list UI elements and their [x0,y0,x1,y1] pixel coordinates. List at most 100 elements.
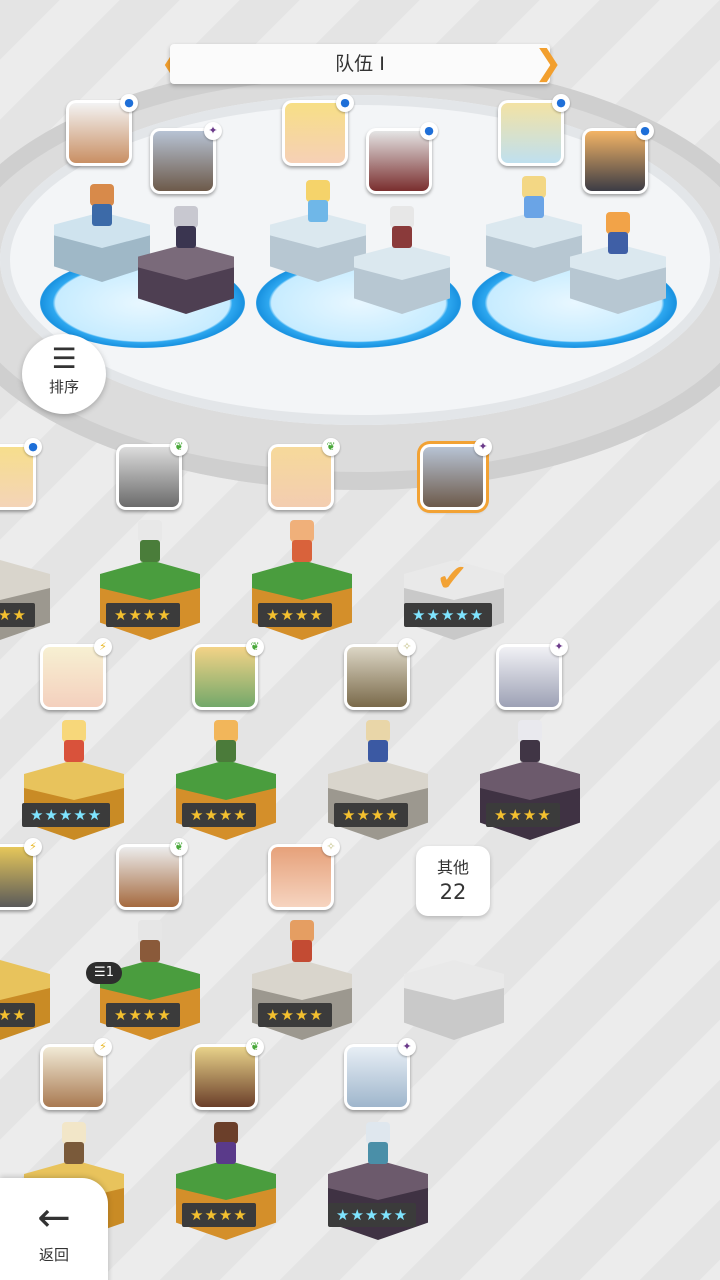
copy-count-badge: ☰1 [86,962,122,984]
hero-avatar[interactable]: ✦ [496,638,568,710]
team-pedestal-5 [486,212,582,282]
hero-star-rating: ★★★★ [106,1003,180,1027]
hero-star-rating: ★★★★★ [328,1203,417,1227]
hero-pedestal [480,760,580,840]
hero-star-rating: ★★★★★ [22,803,111,827]
team-sprite-2[interactable] [166,206,206,252]
sort-label: 排序 [48,378,79,396]
other-count-value: 22 [439,880,467,904]
team-avatar-4[interactable]: ● [366,122,438,194]
element-leaf-icon: ❦ [322,438,340,456]
hero-star-rating: ★★ [0,1003,35,1027]
hero-avatar[interactable]: ● [0,438,42,510]
hero-sprite[interactable] [358,720,398,766]
empty-hero-slot[interactable] [404,960,504,1040]
hero-star-rating: ★★★★ [258,603,332,627]
hero-pedestal [24,760,124,840]
hero-star-rating: ★★★★★ [404,603,493,627]
next-team-button[interactable]: ❯ [534,44,563,84]
hero-sprite[interactable] [282,520,322,566]
hero-avatar[interactable]: ✦ [344,1038,416,1110]
hero-star-rating: ★★★★ [182,1203,256,1227]
hero-sprite[interactable] [282,920,322,966]
element-circle-icon: ● [552,94,570,112]
hero-sprite[interactable] [54,720,94,766]
copy-count-value: 1 [105,965,114,980]
team-title: 队伍 I [170,44,550,84]
hero-avatar[interactable]: ❦ [268,438,340,510]
hero-avatar[interactable]: ⚡ [40,638,112,710]
hero-avatar[interactable]: ⚡ [0,838,42,910]
hero-sprite[interactable] [358,1122,398,1168]
team-sprite-6[interactable] [598,212,638,258]
team-pedestal-2 [138,244,234,314]
element-star-icon: ✦ [550,638,568,656]
hero-avatar[interactable]: ✧ [268,838,340,910]
element-circle-icon: ● [24,438,42,456]
element-leaf-icon: ❦ [170,838,188,856]
team-title-label: 队伍 I [335,53,385,75]
team-sprite-5[interactable] [514,176,554,222]
element-leaf-icon: ❦ [246,638,264,656]
element-circle-icon: ● [120,94,138,112]
sort-button[interactable]: ☰ 排序 [22,334,106,414]
hero-avatar[interactable]: ✧ [344,638,416,710]
hero-sprite[interactable] [54,1122,94,1168]
back-label: 返回 [38,1246,69,1264]
hero-sprite[interactable] [510,720,550,766]
hero-pedestal [328,760,428,840]
element-star-icon: ✦ [474,438,492,456]
element-circle-icon: ● [420,122,438,140]
hero-pedestal [0,960,50,1040]
hero-star-rating: ★★★★ [106,603,180,627]
element-bolt-icon: ⚡ [24,838,42,856]
hero-pedestal [0,560,50,640]
sort-icon: ☰ [51,342,77,375]
team-avatar-3[interactable]: ● [282,94,354,166]
hero-star-rating: ★★ [0,603,35,627]
hero-avatar-selected[interactable]: ✦ [420,438,492,510]
other-heroes-count[interactable]: 其他 22 [416,846,490,916]
hero-star-rating: ★★★★ [334,803,408,827]
hero-pedestal [176,1160,276,1240]
hero-sprite[interactable] [130,920,170,966]
hero-star-rating: ★★★★ [182,803,256,827]
hero-avatar[interactable]: ❦ [192,1038,264,1110]
selected-check-icon: ✔ [436,556,468,600]
element-bolt-icon: ⚡ [94,1038,112,1056]
element-circle-icon: ● [636,122,654,140]
hero-star-rating: ★★★★ [486,803,560,827]
element-leaf-icon: ❦ [170,438,188,456]
hero-avatar[interactable]: ❦ [116,438,188,510]
team-pedestal-4 [354,244,450,314]
team-avatar-2[interactable]: ✦ [150,122,222,194]
team-sprite-1[interactable] [82,184,122,230]
element-leaf-icon: ❦ [246,1038,264,1056]
hero-pedestal [252,960,352,1040]
hero-sprite[interactable] [206,1122,246,1168]
hero-pedestal [328,1160,428,1240]
hero-pedestal [100,560,200,640]
team-avatar-6[interactable]: ● [582,122,654,194]
team-sprite-3[interactable] [298,180,338,226]
element-circle-icon: ● [336,94,354,112]
game-scene: ❮ 队伍 I ❯ ● ✦ ● ● ● ● ☰ 排序 ★★ ● ★★★★ ❦ ★★… [0,0,720,1280]
hero-sprite[interactable] [206,720,246,766]
other-label: 其他 [436,858,469,877]
team-avatar-5[interactable]: ● [498,94,570,166]
team-sprite-4[interactable] [382,206,422,252]
back-arrow-icon: ← [37,1195,71,1241]
hero-pedestal [252,560,352,640]
hero-avatar[interactable]: ⚡ [40,1038,112,1110]
element-star-icon: ✦ [398,1038,416,1056]
hero-avatar[interactable]: ❦ [116,838,188,910]
back-button[interactable]: ← 返回 [0,1178,108,1280]
element-sparkle-icon: ✧ [398,638,416,656]
hero-pedestal [176,760,276,840]
element-sparkle-icon: ✧ [322,838,340,856]
hero-sprite[interactable] [130,520,170,566]
hero-star-rating: ★★★★ [258,1003,332,1027]
element-star-icon: ✦ [204,122,222,140]
hero-avatar[interactable]: ❦ [192,638,264,710]
team-avatar-1[interactable]: ● [66,94,138,166]
